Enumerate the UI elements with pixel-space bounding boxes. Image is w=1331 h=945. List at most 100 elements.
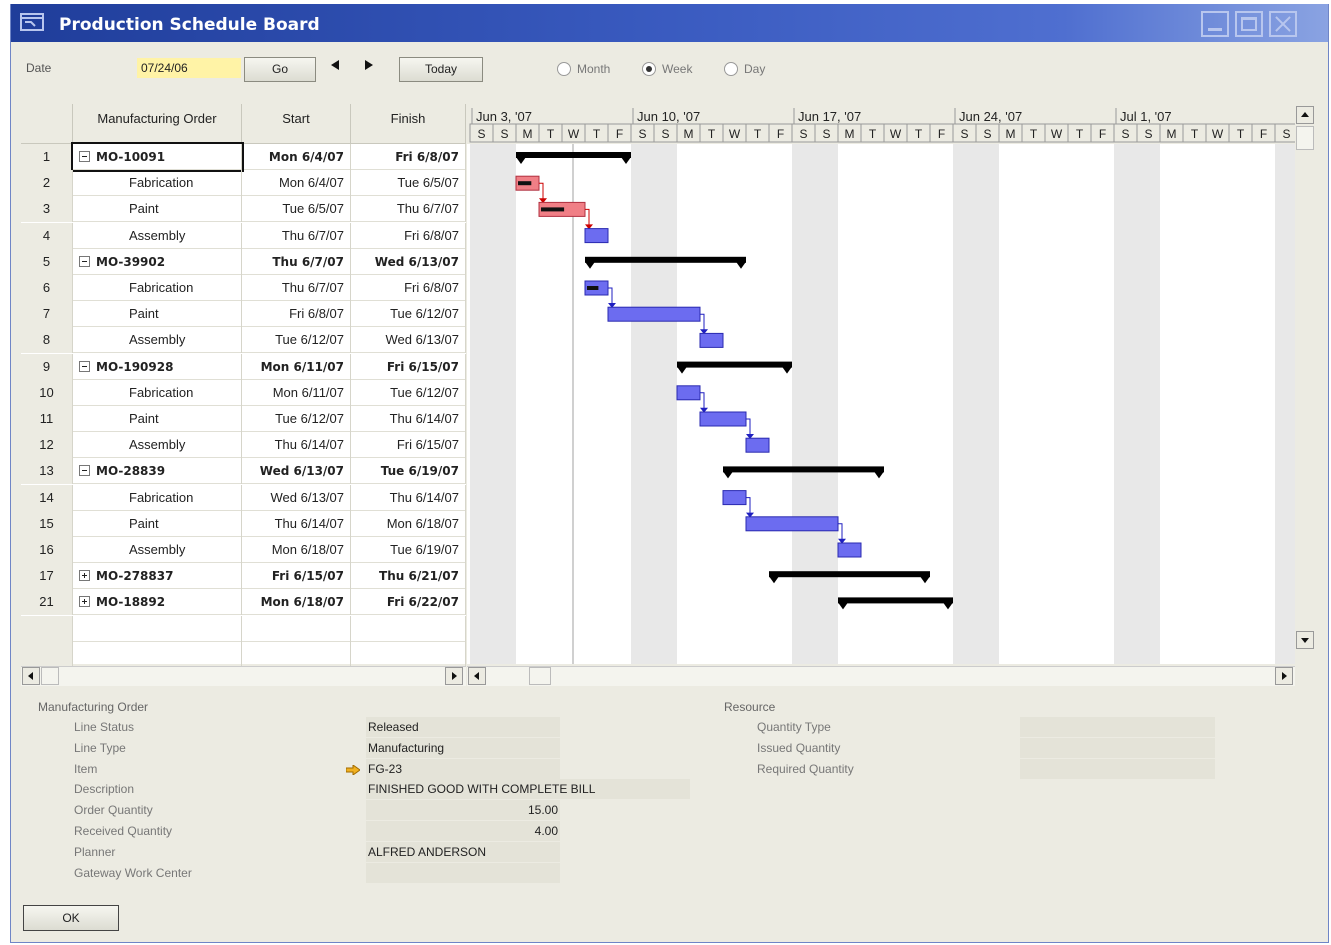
- table-row[interactable]: 21 MO-18892 Mon 6/18/07 Fri 6/22/07: [21, 589, 466, 616]
- grid-horizontal-scrollbar[interactable]: [21, 666, 466, 686]
- field-value[interactable]: ALFRED ANDERSON: [366, 841, 560, 862]
- order-text: MO-278837: [96, 569, 174, 584]
- summary-bar-cap: [516, 157, 526, 164]
- finish-cell: Thu 6/7/07: [351, 196, 466, 223]
- task-bar[interactable]: [699, 411, 747, 427]
- order-column-header[interactable]: Manufacturing Order: [73, 104, 242, 144]
- task-bar[interactable]: [745, 516, 839, 532]
- start-column-header[interactable]: Start: [242, 104, 351, 144]
- task-bar[interactable]: [607, 306, 701, 322]
- field-value[interactable]: [366, 862, 560, 883]
- task-progress: [518, 181, 532, 186]
- details-panel: Manufacturing Order Line Status Released L…: [11, 694, 1328, 894]
- dependency-connector: [608, 287, 613, 304]
- gantt-horizontal-scrollbar[interactable]: [467, 666, 1295, 686]
- summary-bar[interactable]: [769, 571, 930, 578]
- collapse-icon[interactable]: [79, 151, 90, 162]
- collapse-icon[interactable]: [79, 465, 90, 477]
- minimize-button[interactable]: [1201, 11, 1229, 37]
- scroll-right-icon[interactable]: [445, 667, 463, 685]
- resource-field-value[interactable]: [1020, 737, 1215, 758]
- field-label: Line Type: [74, 740, 126, 755]
- task-bar[interactable]: [722, 490, 747, 506]
- vertical-scroll-thumb[interactable]: [1296, 126, 1314, 150]
- table-row[interactable]: 2 Fabrication Mon 6/4/07 Tue 6/5/07: [21, 170, 466, 197]
- field-value[interactable]: FINISHED GOOD WITH COMPLETE BILL: [366, 779, 690, 800]
- task-progress: [541, 207, 565, 212]
- order-text: MO-28839: [96, 464, 166, 479]
- gantt-scroll-left-icon[interactable]: [468, 667, 486, 685]
- today-button[interactable]: Today: [399, 57, 483, 82]
- field-value[interactable]: 15.00: [366, 800, 560, 821]
- summary-bar[interactable]: [516, 152, 631, 158]
- table-row[interactable]: 3 Paint Tue 6/5/07 Thu 6/7/07: [21, 196, 466, 223]
- table-row[interactable]: 17 MO-278837 Fri 6/15/07 Thu 6/21/07: [21, 563, 466, 590]
- scroll-left-icon[interactable]: [22, 667, 40, 685]
- table-row[interactable]: 7 Paint Fri 6/8/07 Tue 6/12/07: [21, 301, 466, 328]
- collapse-icon[interactable]: [79, 360, 90, 372]
- order-text: Fabrication: [129, 280, 194, 295]
- table-row[interactable]: 12 Assembly Thu 6/14/07 Fri 6/15/07: [21, 432, 466, 459]
- row-number: 9: [21, 353, 73, 380]
- day-letter: S: [477, 127, 485, 141]
- summary-bar[interactable]: [677, 361, 792, 368]
- gantt-scroll-right-icon[interactable]: [1275, 667, 1293, 685]
- date-input[interactable]: [137, 58, 241, 78]
- link-arrow-icon[interactable]: [346, 765, 360, 775]
- summary-bar-cap: [943, 602, 953, 610]
- field-label: Planner: [74, 844, 116, 859]
- day-letter: F: [938, 127, 945, 141]
- order-text: Assembly: [129, 332, 186, 348]
- table-row[interactable]: 4 Assembly Thu 6/7/07 Fri 6/8/07: [21, 222, 466, 249]
- order-cell: Assembly: [73, 222, 242, 249]
- day-letter: T: [915, 127, 923, 141]
- scroll-up-icon[interactable]: [1296, 106, 1314, 124]
- table-row[interactable]: 1 MO-10091 Mon 6/4/07 Fri 6/8/07: [21, 142, 466, 172]
- expand-icon[interactable]: [79, 596, 90, 608]
- next-arrow-icon[interactable]: [365, 60, 373, 70]
- maximize-button[interactable]: [1235, 11, 1263, 37]
- table-row[interactable]: 6 Fabrication Thu 6/7/07 Fri 6/8/07: [21, 275, 466, 301]
- row-number: 14: [21, 484, 73, 511]
- field-value[interactable]: FG-23: [366, 758, 560, 779]
- collapse-icon[interactable]: [79, 255, 90, 267]
- table-row[interactable]: 10 Fabrication Mon 6/11/07 Tue 6/12/07: [21, 379, 466, 406]
- summary-bar[interactable]: [838, 597, 953, 604]
- table-row[interactable]: 8 Assembly Tue 6/12/07 Wed 6/13/07: [21, 327, 466, 354]
- table-row[interactable]: 5 MO-39902 Thu 6/7/07 Wed 6/13/07: [21, 248, 466, 275]
- summary-bar[interactable]: [585, 256, 746, 263]
- table-row[interactable]: 13 MO-28839 Wed 6/13/07 Tue 6/19/07: [21, 458, 466, 485]
- task-bar[interactable]: [584, 228, 609, 244]
- table-row[interactable]: 9 MO-190928 Mon 6/11/07 Fri 6/15/07: [21, 353, 466, 380]
- dependency-connector: [746, 497, 751, 514]
- task-bar[interactable]: [699, 332, 724, 348]
- gantt-scroll-thumb[interactable]: [529, 667, 551, 685]
- table-row[interactable]: 15 Paint Thu 6/14/07 Mon 6/18/07: [21, 510, 466, 537]
- close-button[interactable]: [1269, 11, 1297, 37]
- field-value[interactable]: 4.00: [366, 821, 560, 841]
- start-cell: Fri 6/8/07: [242, 301, 351, 328]
- task-bar[interactable]: [837, 542, 862, 558]
- summary-bar[interactable]: [723, 466, 884, 473]
- task-bar[interactable]: [676, 385, 701, 401]
- field-value[interactable]: Manufacturing: [366, 737, 560, 758]
- go-button[interactable]: Go: [244, 57, 316, 82]
- table-row[interactable]: 14 Fabrication Wed 6/13/07 Thu 6/14/07: [21, 484, 466, 511]
- toolbar: Date Go Today Month Week Day: [11, 42, 1328, 100]
- scroll-thumb[interactable]: [41, 667, 59, 685]
- table-row[interactable]: 16 Assembly Mon 6/18/07 Tue 6/19/07: [21, 537, 466, 563]
- scroll-down-icon[interactable]: [1296, 631, 1314, 649]
- task-bar[interactable]: [745, 437, 770, 453]
- finish-column-header[interactable]: Finish: [351, 104, 466, 144]
- finish-cell: Wed 6/13/07: [351, 248, 466, 275]
- previous-arrow-icon[interactable]: [331, 60, 339, 70]
- field-value[interactable]: Released: [366, 717, 560, 737]
- ok-button[interactable]: OK: [23, 905, 119, 931]
- expand-icon[interactable]: [79, 570, 90, 582]
- resource-field-value[interactable]: [1020, 758, 1215, 779]
- resource-field-value[interactable]: [1020, 717, 1215, 737]
- table-row[interactable]: 11 Paint Tue 6/12/07 Thu 6/14/07: [21, 406, 466, 432]
- order-text: MO-39902: [96, 254, 166, 269]
- summary-bar-cap: [874, 471, 884, 479]
- week-label: Jun 10, '07: [637, 109, 700, 124]
